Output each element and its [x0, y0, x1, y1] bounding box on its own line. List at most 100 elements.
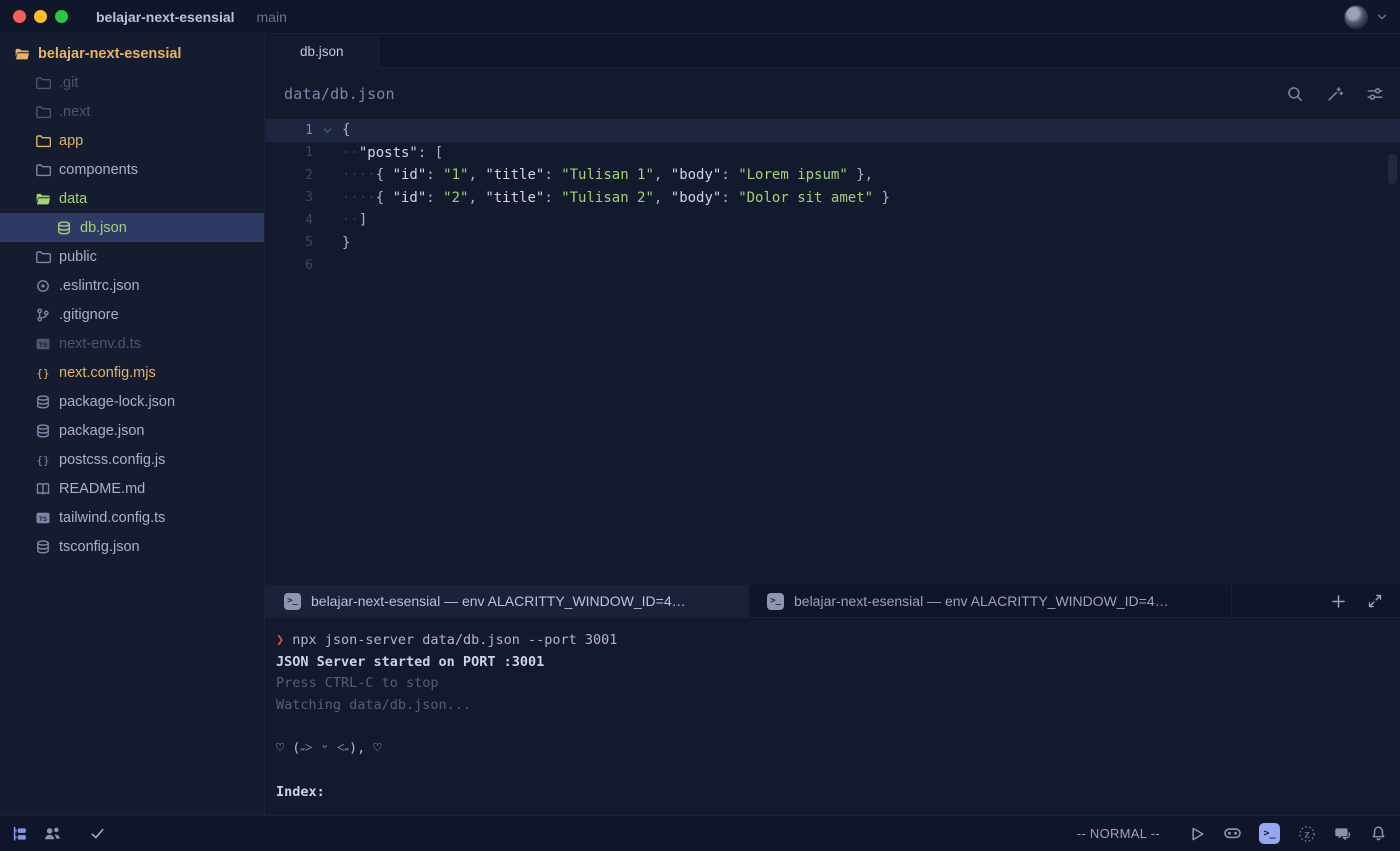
assistant-z-icon[interactable]: z	[1297, 824, 1316, 843]
svg-text:{}: {}	[36, 367, 49, 380]
traffic-lights	[13, 10, 68, 23]
svg-text:TS: TS	[39, 515, 48, 522]
run-play-icon[interactable]	[1187, 824, 1206, 843]
title-bar: belajar-next-esensial main	[0, 0, 1400, 34]
code-line[interactable]: 3····{ "id": "2", "title": "Tulisan 2", …	[266, 187, 1400, 210]
folder-icon	[35, 75, 51, 91]
code-line[interactable]: 1··"posts": [	[266, 142, 1400, 165]
zed-window: belajar-next-esensial main belajar-next-…	[0, 0, 1400, 851]
terminal-icon: >_	[767, 593, 784, 610]
line-number: 2	[266, 168, 313, 183]
code-text: }	[342, 235, 350, 251]
editor-pane: db.json data/db.json 1{1··"posts": [2···…	[266, 35, 1400, 585]
file-name: data	[59, 191, 87, 207]
ts-icon: TS	[35, 510, 51, 526]
inline-assist-icon[interactable]	[1326, 85, 1344, 103]
sidebar-item-git[interactable]: .git	[0, 68, 264, 97]
svg-text:z: z	[1304, 829, 1309, 840]
folder-icon	[35, 162, 51, 178]
sidebar-item-app[interactable]: app	[0, 126, 264, 155]
eye-icon	[35, 278, 51, 294]
file-name: tsconfig.json	[59, 539, 140, 555]
code-text: ··]	[342, 212, 367, 228]
file-name: .next	[59, 104, 90, 120]
diagnostics-check-icon[interactable]	[88, 824, 107, 843]
new-terminal-button[interactable]	[1330, 593, 1347, 610]
sidebar-item-db-json[interactable]: db.json	[0, 213, 264, 242]
terminal-toggle-icon[interactable]: >_	[1259, 823, 1280, 844]
sidebar-item-tailwind-config-ts[interactable]: TStailwind.config.ts	[0, 503, 264, 532]
terminal-line	[276, 716, 1400, 738]
sidebar-item-next[interactable]: .next	[0, 97, 264, 126]
terminal-line: JSON Server started on PORT :3001	[276, 651, 1400, 673]
editor-controls-icon[interactable]	[1366, 85, 1384, 103]
folder-icon	[35, 133, 51, 149]
collab-panel-icon[interactable]	[43, 824, 62, 843]
terminal-tab-2[interactable]: >_ belajar-next-esensial — env ALACRITTY_…	[749, 585, 1232, 617]
scrollbar-thumb[interactable]	[1388, 154, 1397, 184]
project-panel-toggle-icon[interactable]	[10, 824, 29, 843]
file-name: next-env.d.ts	[59, 336, 141, 352]
code-line[interactable]: 2····{ "id": "1", "title": "Tulisan 1", …	[266, 164, 1400, 187]
code-line[interactable]: 5}	[266, 232, 1400, 255]
copilot-icon[interactable]	[1223, 824, 1242, 843]
line-number: 1	[266, 123, 313, 138]
svg-text:TS: TS	[39, 341, 48, 348]
file-name: next.config.mjs	[59, 365, 156, 381]
sidebar-item-tsconfig-json[interactable]: tsconfig.json	[0, 532, 264, 561]
sidebar-item-next-config-mjs[interactable]: {} next.config.mjs	[0, 358, 264, 387]
line-number: 1	[266, 145, 313, 160]
terminal-icon: >_	[284, 593, 301, 610]
status-bar: -- NORMAL -- >_ z	[0, 815, 1400, 851]
sidebar-item-eslintrc-json[interactable]: .eslintrc.json	[0, 271, 264, 300]
code-editor[interactable]: 1{1··"posts": [2····{ "id": "1", "title"…	[266, 119, 1400, 585]
chevron-down-icon[interactable]	[1374, 9, 1390, 25]
project-name[interactable]: belajar-next-esensial	[96, 9, 235, 25]
file-tree: belajar-next-esensial .git .next appcompone…	[0, 39, 264, 561]
terminal-output[interactable]: ❯ npx json-server data/db.json --port 30…	[266, 619, 1400, 815]
terminal-line: Press CTRL-C to stop	[276, 672, 1400, 694]
sidebar-item-readme-md[interactable]: README.md	[0, 474, 264, 503]
file-name: .eslintrc.json	[59, 278, 140, 294]
sidebar-item-postcss-config-js[interactable]: {}postcss.config.js	[0, 445, 264, 474]
user-avatar[interactable]	[1344, 5, 1368, 29]
sidebar-item-data[interactable]: data	[0, 184, 264, 213]
close-window-button[interactable]	[13, 10, 26, 23]
file-name: postcss.config.js	[59, 452, 165, 468]
sidebar-item-package-json[interactable]: package.json	[0, 416, 264, 445]
minimize-window-button[interactable]	[34, 10, 47, 23]
sidebar-item-components[interactable]: components	[0, 155, 264, 184]
sidebar-item-gitignore[interactable]: .gitignore	[0, 300, 264, 329]
ts-icon: TS	[35, 336, 51, 352]
terminal-line: Watching data/db.json...	[276, 694, 1400, 716]
maximize-terminal-button[interactable]	[1367, 593, 1384, 610]
breadcrumb[interactable]: data/db.json	[284, 85, 395, 103]
project-panel: belajar-next-esensial .git .next appcompone…	[0, 35, 265, 815]
zoom-window-button[interactable]	[55, 10, 68, 23]
file-name: belajar-next-esensial	[38, 46, 181, 62]
terminal-tab-label: belajar-next-esensial — env ALACRITTY_WI…	[311, 593, 686, 609]
fold-chevron-icon[interactable]	[313, 124, 342, 137]
git-branch-name[interactable]: main	[257, 9, 287, 25]
terminal-tabs: >_ belajar-next-esensial — env ALACRITTY_…	[266, 585, 1232, 617]
file-name: db.json	[80, 220, 127, 236]
notifications-bell-icon[interactable]	[1369, 824, 1388, 843]
vim-mode-indicator: -- NORMAL --	[1077, 826, 1160, 841]
tab-db-json[interactable]: db.json	[266, 35, 379, 68]
code-line[interactable]: 4··]	[266, 209, 1400, 232]
sidebar-item-next-env-d-ts[interactable]: TS next-env.d.ts	[0, 329, 264, 358]
git-branch-icon	[35, 307, 51, 323]
file-name: package-lock.json	[59, 394, 175, 410]
database-icon	[35, 394, 51, 410]
terminal-tab-1[interactable]: >_ belajar-next-esensial — env ALACRITTY_…	[266, 585, 749, 617]
folder-open-icon	[35, 191, 51, 207]
code-line[interactable]: 6	[266, 254, 1400, 277]
search-icon[interactable]	[1286, 85, 1304, 103]
terminal-tab-label: belajar-next-esensial — env ALACRITTY_WI…	[794, 593, 1169, 609]
chat-icon[interactable]	[1333, 824, 1352, 843]
file-name: public	[59, 249, 97, 265]
sidebar-item-belajar-next-esensial[interactable]: belajar-next-esensial	[0, 39, 264, 68]
code-line[interactable]: 1{	[266, 119, 1400, 142]
sidebar-item-public[interactable]: public	[0, 242, 264, 271]
sidebar-item-package-lock-json[interactable]: package-lock.json	[0, 387, 264, 416]
